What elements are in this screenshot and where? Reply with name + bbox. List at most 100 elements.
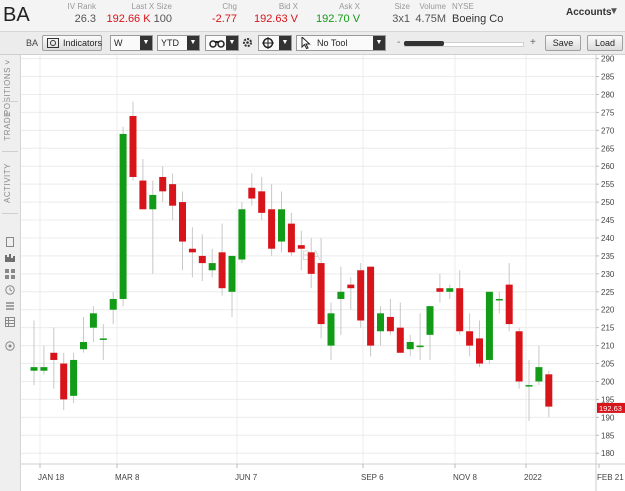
stat-value: 192.66 K 100 — [106, 13, 172, 25]
stat-label: Last X Size — [131, 2, 172, 11]
tab-trade[interactable]: TRADE — [3, 111, 12, 141]
indicators-icon — [47, 38, 59, 48]
candle-body — [89, 313, 97, 328]
y-tick-label: 260 — [601, 162, 615, 171]
x-tick-label: SEP 6 — [361, 473, 384, 482]
y-tick-label: 210 — [601, 342, 615, 351]
candle-body — [307, 252, 315, 274]
candle-body — [159, 176, 167, 192]
price-tag-label: 192.63 — [599, 404, 622, 413]
stat-label: Bid X — [278, 2, 298, 11]
x-tick-label: MAR 8 — [115, 473, 140, 482]
candle-body — [208, 263, 216, 271]
candle-body — [446, 288, 454, 292]
stat-volume: Volume 4.75M — [414, 2, 446, 25]
tab-positions[interactable]: POSITIONS — [3, 67, 12, 115]
zoom-slider-handle[interactable] — [404, 41, 444, 46]
y-tick-label: 280 — [601, 90, 615, 99]
candle-body — [129, 115, 137, 177]
candle-body — [297, 245, 305, 249]
y-axis: 1801851901952002052102152202252302352402… — [596, 55, 615, 458]
candle-body — [347, 284, 355, 289]
binoculars-icon — [209, 40, 225, 48]
load-button[interactable]: Load — [587, 35, 623, 51]
chart-type-select[interactable]: ▼ — [205, 35, 239, 51]
stat-size: Size 3x1 — [390, 2, 410, 25]
candle-body — [40, 367, 48, 371]
candle-body — [317, 263, 325, 325]
y-tick-label: 220 — [601, 306, 615, 315]
y-tick-label: 255 — [601, 180, 615, 189]
stat-bid: Bid X 192.63 V — [250, 2, 298, 25]
range-select[interactable]: YTD ▼ — [157, 35, 200, 51]
x-tick-label: JUN 7 — [235, 473, 258, 482]
stat-value: 4.75M — [415, 13, 446, 25]
x-tick-label: 2022 — [524, 473, 542, 482]
current-price-tag: 192.63 — [597, 402, 625, 413]
candle-body — [535, 367, 543, 382]
last-price: 192.66 K — [106, 13, 151, 25]
chart-toolbar: BA Indicators W ▼ YTD ▼ ▼ ▼ No Tool ▼ - … — [0, 32, 625, 55]
y-tick-label: 200 — [601, 377, 615, 386]
tab-activity[interactable]: ACTIVITY — [3, 163, 12, 203]
y-tick-label: 230 — [601, 270, 615, 279]
collapse-arrow-icon[interactable]: > — [5, 58, 10, 67]
candle-body — [258, 191, 266, 213]
y-tick-label: 215 — [601, 324, 615, 333]
divider — [2, 213, 18, 214]
clock-icon[interactable] — [5, 285, 15, 295]
x-tick-label: FEB 21 — [597, 473, 624, 482]
candle-body — [169, 184, 177, 206]
indicators-label: Indicators — [63, 38, 103, 48]
x-tick-label: JAN 18 — [38, 473, 65, 482]
crosshair-select[interactable]: ▼ — [258, 35, 292, 51]
gear-icon[interactable] — [242, 35, 253, 51]
y-tick-label: 275 — [601, 108, 615, 117]
symbol-title[interactable]: BA — [3, 4, 30, 27]
candle-body — [426, 306, 434, 335]
candle-body — [198, 255, 206, 264]
indicators-button[interactable]: Indicators — [42, 35, 102, 51]
table-icon[interactable] — [5, 317, 15, 327]
candle-body — [218, 252, 226, 289]
crosshair-icon — [262, 37, 274, 49]
drawing-tool-select[interactable]: No Tool ▼ — [296, 35, 386, 51]
candle-body — [60, 363, 68, 400]
document-icon[interactable] — [5, 237, 15, 247]
chart-icon[interactable] — [5, 253, 15, 263]
candle-body — [456, 288, 464, 332]
last-size: 100 — [153, 13, 172, 25]
zoom-in-button[interactable]: + — [530, 37, 536, 48]
y-tick-label: 180 — [601, 449, 615, 458]
stat-ask: Ask X 192.70 V — [316, 2, 360, 25]
x-tick-label: NOV 8 — [453, 473, 478, 482]
grid-icon[interactable] — [5, 269, 15, 279]
quote-header: BA IV Rank 26.3 Last X Size 192.66 K 100… — [0, 0, 625, 32]
candle-body — [476, 338, 483, 364]
stat-change: Chg -2.77 — [205, 2, 237, 25]
zoom-out-button[interactable]: - — [397, 37, 400, 48]
candle-body — [545, 374, 553, 407]
save-button[interactable]: Save — [545, 35, 581, 51]
interval-value: W — [114, 38, 123, 48]
list-icon[interactable] — [5, 301, 15, 311]
price-chart[interactable]: BA 1801851901952002052102152202252302352… — [21, 55, 625, 491]
chevron-down-icon[interactable]: ▼ — [609, 6, 619, 17]
candle-body — [188, 248, 196, 253]
stat-iv-rank: IV Rank 26.3 — [66, 2, 96, 25]
target-icon[interactable] — [5, 341, 15, 351]
interval-select[interactable]: W ▼ — [110, 35, 153, 51]
candle-body — [466, 331, 474, 346]
accounts-menu[interactable]: Accounts — [566, 7, 612, 18]
y-tick-label: 225 — [601, 288, 615, 297]
candle-body — [109, 298, 117, 310]
candle-body — [119, 133, 127, 299]
chevron-down-icon: ▼ — [279, 36, 291, 50]
toolbar-symbol: BA — [26, 38, 39, 48]
cursor-icon — [301, 37, 311, 49]
stat-value: 3x1 — [392, 13, 410, 25]
candle-body — [406, 342, 414, 350]
y-tick-label: 245 — [601, 216, 615, 225]
candle-body — [337, 291, 345, 299]
y-tick-label: 250 — [601, 198, 615, 207]
